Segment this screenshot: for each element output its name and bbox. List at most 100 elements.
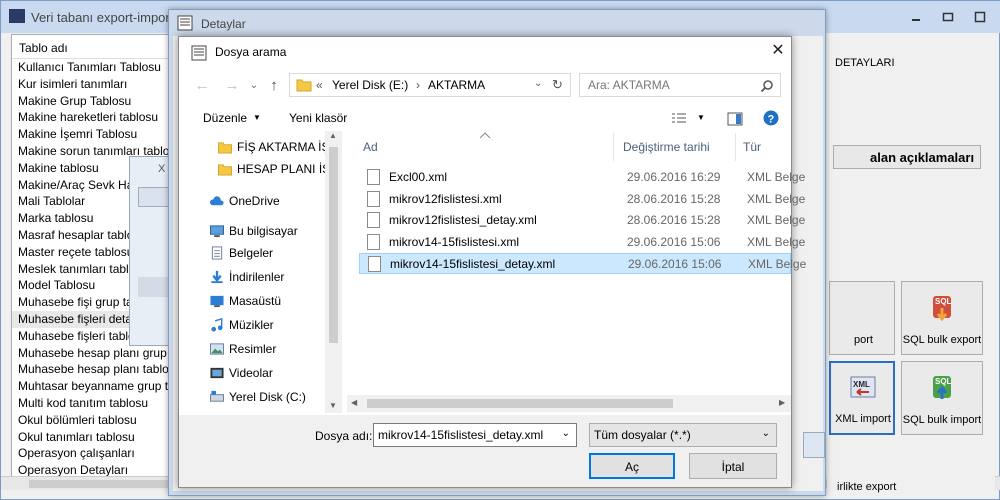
cancel-button[interactable]: İptal [689, 453, 777, 479]
column-header-type[interactable]: Tür [743, 140, 761, 164]
file-name-input[interactable]: mikrov14-15fislistesi_detay.xml ⌄ [373, 423, 577, 447]
file-modified: 28.06.2016 15:28 [627, 213, 721, 227]
scroll-down-icon[interactable]: ▼ [329, 401, 337, 410]
file-type: XML Belge [747, 191, 806, 206]
cloud-icon [209, 196, 224, 206]
up-arrow-icon[interactable]: ↑ [265, 77, 283, 95]
table-row[interactable]: Muhtasar beyanname grup ta [12, 378, 180, 395]
file-list-horizontal-scrollbar[interactable]: ◀ ▶ [347, 395, 791, 412]
view-dropdown-icon[interactable]: ▼ [697, 113, 705, 122]
xml-import-button[interactable]: XML XML import [829, 361, 895, 435]
right-panel: DETAYLARI alan açıklamaları port SQL SQL… [827, 35, 995, 495]
table-row[interactable]: Kur isimleri tanımları [12, 76, 180, 93]
file-type-dropdown-icon: ⌄ [761, 428, 770, 439]
view-options-icon[interactable] [671, 112, 687, 126]
recent-locations-icon[interactable]: ⌄ [245, 77, 263, 95]
dialog-close-icon[interactable]: ✕ [771, 43, 785, 59]
column-header-name[interactable]: Ad [363, 140, 378, 164]
search-input[interactable]: Ara: AKTARMA [579, 73, 781, 97]
column-separator[interactable] [735, 133, 736, 161]
main-window-title: Veri tabanı export-import- [31, 10, 178, 25]
file-type-select[interactable]: Tüm dosyalar (*.*) ⌄ [589, 423, 777, 447]
file-list-pane: Ad Değiştirme tarihi Tür Excl00.xml 29.06… [347, 131, 806, 411]
sql-bulk-export-button[interactable]: SQL SQL bulk export [901, 281, 983, 355]
field-explanations-button[interactable]: alan açıklamaları [833, 145, 981, 169]
dialog-toolbar: Düzenle ▼ Yeni klasör ▼ ? [179, 105, 791, 133]
nav-pane-scrollbar[interactable]: ▲ ▼ [325, 131, 342, 413]
file-type: XML Belge [747, 234, 806, 249]
preview-pane-icon[interactable] [727, 112, 743, 126]
folder-icon [218, 142, 232, 154]
file-row[interactable]: Excl00.xml 29.06.2016 16:29 XML Belge [359, 167, 805, 188]
close-icon[interactable] [973, 11, 987, 23]
dialog-title-bar: Dosya arama ✕ [179, 37, 791, 67]
breadcrumb-folder[interactable]: AKTARMA [428, 78, 485, 92]
column-header-modified[interactable]: Değiştirme tarihi [623, 140, 710, 164]
file-row[interactable]: mikrov14-15fislistesi.xml 29.06.2016 15:0… [359, 232, 805, 253]
organize-dropdown-icon[interactable]: ▼ [253, 113, 261, 122]
xml-file-icon [367, 169, 380, 185]
breadcrumb-overflow[interactable]: « [316, 78, 323, 92]
table-row[interactable]: Muhasebe hesap planı grup t [12, 345, 180, 362]
help-icon[interactable]: ? [763, 110, 779, 126]
scroll-up-icon[interactable]: ▲ [329, 131, 337, 140]
column-separator[interactable] [613, 133, 614, 161]
dialog-window-icon [191, 45, 207, 61]
minimize-icon[interactable] [909, 11, 923, 23]
file-type: XML Belge [747, 170, 806, 184]
file-name-value: mikrov14-15fislistesi_detay.xml [378, 428, 544, 442]
nav-scroll-thumb[interactable] [329, 147, 338, 343]
folder-icon [218, 164, 232, 176]
scroll-left-icon[interactable]: ◀ [351, 398, 357, 407]
nav-item-label: OneDrive [229, 194, 280, 208]
file-name-dropdown-icon[interactable]: ⌄ [562, 428, 570, 439]
table-row[interactable]: Makine Grup Tablosu [12, 93, 180, 110]
svg-text:SQL: SQL [935, 297, 952, 306]
address-bar[interactable]: « Yerel Disk (E:) › AKTARMA ⌄ ↻ [289, 73, 571, 97]
file-name-label: Dosya adı: [315, 429, 373, 443]
file-row[interactable]: mikrov14-15fislistesi_detay.xml 29.06.201… [359, 253, 806, 274]
address-dropdown-icon[interactable]: ⌄ [534, 78, 542, 89]
details-refresh-button[interactable] [803, 432, 825, 458]
back-arrow-icon[interactable]: ← [193, 77, 211, 95]
file-name: mikrov12fislistesi_detay.xml [389, 213, 537, 227]
details-title-bar: Detaylar [169, 10, 825, 36]
app-logo-icon [9, 9, 25, 23]
table-row[interactable]: Okul bölümleri tablosu [12, 412, 180, 429]
open-button[interactable]: Aç [589, 453, 675, 479]
svg-text:?: ? [768, 114, 775, 126]
table-row[interactable]: Kullanıcı Tanımları Tablosu [12, 59, 180, 76]
table-row[interactable]: Makine İşemri Tablosu [12, 126, 180, 143]
file-row[interactable]: mikrov12fislistesi_detay.xml 28.06.2016 1… [359, 210, 805, 231]
desktop-icon [210, 295, 224, 308]
file-modified: 29.06.2016 15:06 [628, 257, 722, 271]
table-row[interactable]: Okul tanımları tablosu [12, 429, 180, 446]
xml-file-icon [367, 212, 380, 228]
nav-item-label: Yerel Disk (C:) [229, 390, 306, 404]
table-row[interactable]: Operasyon çalışanları [12, 445, 180, 462]
dialog-title: Dosya arama [215, 45, 287, 59]
export-together-button[interactable]: irlikte export [829, 441, 979, 493]
xml-import-label: XML import [835, 413, 891, 425]
search-icon [760, 80, 773, 93]
sql-bulk-import-button[interactable]: SQL SQL bulk import [901, 361, 983, 435]
nav-item-label: Bu bilgisayar [229, 224, 298, 238]
table-row[interactable]: Multi kod tanıtım tablosu [12, 395, 180, 412]
maximize-icon[interactable] [941, 11, 955, 23]
new-folder-button[interactable]: Yeni klasör [289, 111, 347, 125]
table-row[interactable]: Muhasebe hesap planı tablos [12, 361, 180, 378]
file-hscroll-thumb[interactable] [367, 399, 673, 408]
details-window-icon [177, 15, 193, 31]
scroll-right-icon[interactable]: ▶ [779, 398, 785, 407]
breadcrumb-drive[interactable]: Yerel Disk (E:) [332, 78, 408, 92]
nav-item-label: Videolar [229, 366, 273, 380]
file-row[interactable]: mikrov12fislistesi.xml 28.06.2016 15:28 XM… [359, 189, 805, 210]
table-row[interactable]: Makine hareketleri tablosu [12, 109, 180, 126]
organize-button[interactable]: Düzenle [203, 111, 247, 125]
refresh-icon[interactable]: ↻ [552, 77, 563, 93]
navigation-pane: FİŞ AKTARMA İŞ HESAP PLANI İŞİ OneDrive Bu … [179, 131, 345, 413]
nav-item-label: Belgeler [229, 246, 274, 260]
forward-arrow-icon[interactable]: → [223, 77, 241, 95]
file-name: mikrov12fislistesi.xml [389, 191, 502, 206]
export-tile[interactable]: port [829, 281, 895, 355]
